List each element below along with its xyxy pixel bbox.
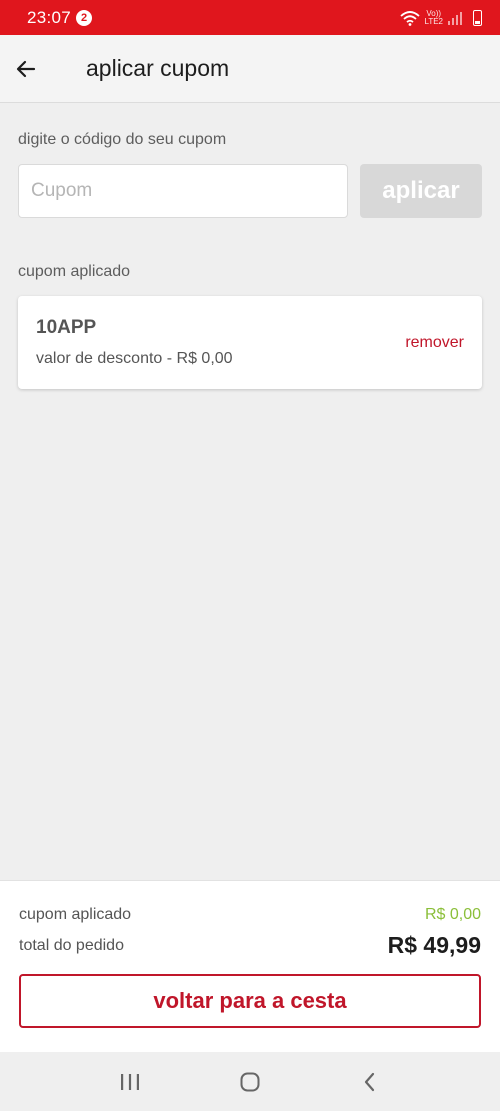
- applied-coupon-label: cupom aplicado: [18, 263, 131, 280]
- order-summary: cupom aplicado R$ 0,00 total do pedido R…: [0, 880, 500, 1052]
- system-nav-bar: [0, 1052, 500, 1111]
- status-icons: Vo)) LTE2: [400, 9, 482, 26]
- coupon-discount-text: valor de desconto - R$ 0,00: [36, 350, 233, 367]
- battery-icon: [473, 9, 482, 26]
- coupon-code: 10APP: [36, 317, 97, 338]
- nav-back-button[interactable]: [350, 1062, 390, 1102]
- page-title: aplicar cupom: [86, 55, 230, 81]
- apply-button[interactable]: aplicar: [360, 164, 482, 218]
- chevron-left-icon: [364, 1072, 375, 1091]
- summary-total-label: total do pedido: [19, 937, 124, 954]
- status-bar: 23:07 2 Vo)) LTE2: [0, 0, 500, 35]
- back-to-basket-button[interactable]: voltar para a cesta: [19, 974, 481, 1028]
- app-bar: aplicar cupom: [0, 35, 500, 103]
- wifi-icon: [400, 10, 421, 26]
- network-type: Vo)) LTE2: [424, 9, 443, 26]
- nav-recents-button[interactable]: [110, 1062, 150, 1102]
- notification-badge: 2: [76, 9, 93, 26]
- summary-coupon-label: cupom aplicado: [19, 906, 132, 923]
- coupon-input[interactable]: [18, 164, 348, 218]
- remove-coupon-button[interactable]: remover: [405, 334, 464, 352]
- coupon-code-label: digite o código do seu cupom: [18, 131, 227, 148]
- recents-icon: [121, 1073, 139, 1090]
- summary-coupon-value: R$ 0,00: [424, 906, 481, 923]
- applied-coupon-card: 10APP valor de desconto - R$ 0,00 remove…: [18, 296, 482, 389]
- signal-icon: [448, 11, 462, 25]
- back-button[interactable]: [0, 35, 54, 103]
- arrow-left-icon: [16, 60, 36, 77]
- home-icon: [240, 1072, 260, 1091]
- network-lte-label: LTE2: [424, 16, 443, 26]
- status-time: 23:07: [27, 7, 72, 27]
- nav-home-button[interactable]: [230, 1062, 270, 1102]
- summary-total-value: R$ 49,99: [387, 932, 481, 958]
